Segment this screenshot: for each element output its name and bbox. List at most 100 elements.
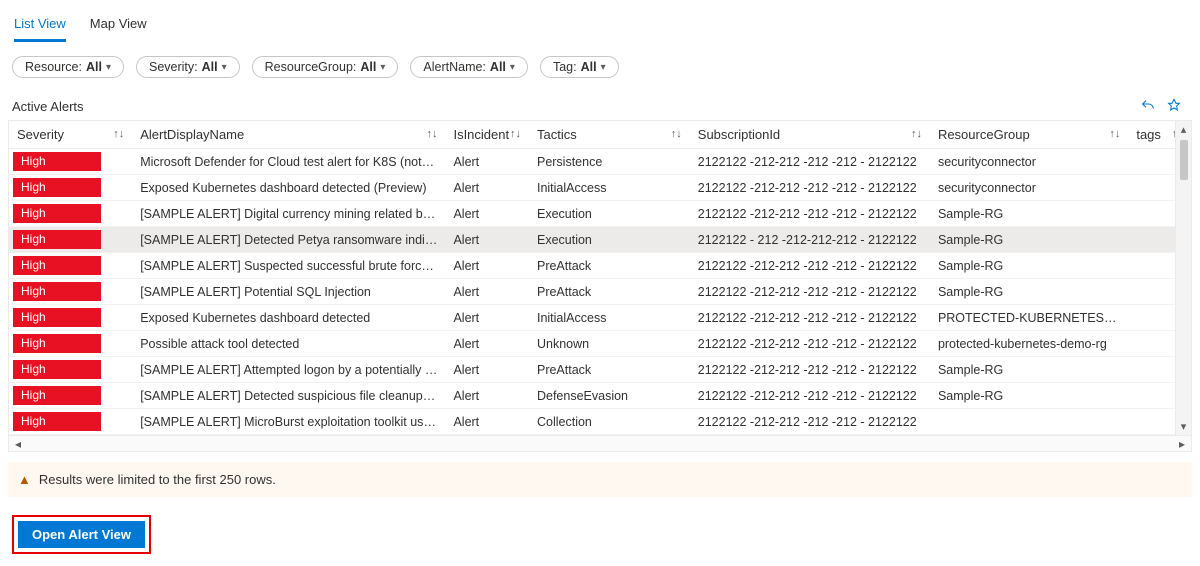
cell-tactics: DefenseEvasion xyxy=(529,383,690,409)
filter-resourcegroup[interactable]: ResourceGroup: All ▾ xyxy=(252,56,399,78)
col-subscriptionid[interactable]: SubscriptionId↑↓ xyxy=(690,121,930,149)
sort-icon: ↑↓ xyxy=(113,128,124,140)
col-severity[interactable]: Severity↑↓ xyxy=(9,121,132,149)
cell-subscriptionid: 2122122 -212-212 -212 -212 - 2122122 xyxy=(690,357,930,383)
severity-badge: High xyxy=(13,282,101,301)
col-alertdisplayname[interactable]: AlertDisplayName↑↓ xyxy=(132,121,445,149)
pin-icon[interactable] xyxy=(1166,98,1182,114)
cell-tactics: Unknown xyxy=(529,331,690,357)
cell-isincident: Alert xyxy=(445,149,529,175)
cell-alertname: Exposed Kubernetes dashboard detected xyxy=(132,305,445,331)
filter-resource-value: All xyxy=(86,60,102,74)
col-isincident[interactable]: IsIncident↑↓ xyxy=(445,121,529,149)
filter-resourcegroup-value: All xyxy=(360,60,376,74)
filter-severity[interactable]: Severity: All ▾ xyxy=(136,56,240,78)
filter-alertname-label: AlertName: xyxy=(423,60,486,74)
tab-map-view[interactable]: Map View xyxy=(90,12,147,42)
sort-icon: ↑↓ xyxy=(510,128,521,140)
filter-tag-label: Tag: xyxy=(553,60,577,74)
table-row[interactable]: High[SAMPLE ALERT] MicroBurst exploitati… xyxy=(9,409,1191,435)
cell-subscriptionid: 2122122 -212-212 -212 -212 - 2122122 xyxy=(690,279,930,305)
severity-badge: High xyxy=(13,386,101,405)
sort-icon: ↑↓ xyxy=(671,128,682,140)
tab-list-view[interactable]: List View xyxy=(14,12,66,42)
cell-resourcegroup: Sample-RG xyxy=(930,227,1128,253)
cell-tactics: InitialAccess xyxy=(529,175,690,201)
table-row[interactable]: High [SAMPLE ALERT] Detected Petya ransom… xyxy=(9,227,1191,253)
filter-tag[interactable]: Tag: All ▾ xyxy=(540,56,619,78)
cell-tactics: InitialAccess xyxy=(529,305,690,331)
filter-alertname[interactable]: AlertName: All ▾ xyxy=(410,56,528,78)
view-tabs: List View Map View xyxy=(8,8,1192,42)
cell-resourcegroup: securityconnector xyxy=(930,175,1128,201)
cell-subscriptionid: 2122122 -212-212 -212 -212 - 2122122 xyxy=(690,383,930,409)
cell-isincident: Alert xyxy=(445,175,529,201)
cell-subscriptionid: 2122122 -212-212 -212 -212 - 2122122 xyxy=(690,331,930,357)
cell-subscriptionid: 2122122 -212-212 -212 -212 - 2122122 xyxy=(690,305,930,331)
cell-isincident: Alert xyxy=(445,409,529,435)
filter-resource[interactable]: Resource: All ▾ xyxy=(12,56,124,78)
cell-subscriptionid: 2122122 - 212 -212-212-212 - 2122122 xyxy=(690,227,930,253)
filter-severity-label: Severity: xyxy=(149,60,198,74)
table-row[interactable]: High Exposed Kubernetes dashboard detecte… xyxy=(9,305,1191,331)
cell-isincident: Alert xyxy=(445,227,529,253)
scroll-thumb[interactable] xyxy=(1180,140,1188,180)
cell-subscriptionid: 2122122 -212-212 -212 -212 - 2122122 xyxy=(690,175,930,201)
cell-subscriptionid: 2122122 -212-212 -212 -212 - 2122122 xyxy=(690,149,930,175)
cell-alertname: Exposed Kubernetes dashboard detected (P… xyxy=(132,175,445,201)
severity-badge: High xyxy=(13,308,101,327)
scroll-down-icon[interactable]: ▾ xyxy=(1181,418,1187,435)
highlight-box: Open Alert View xyxy=(12,515,151,554)
severity-badge: High xyxy=(13,230,101,249)
scroll-left-icon[interactable]: ◂ xyxy=(11,437,25,451)
cell-isincident: Alert xyxy=(445,305,529,331)
cell-alertname: [SAMPLE ALERT] Digital currency mining r… xyxy=(132,201,445,227)
table-row[interactable]: High[SAMPLE ALERT] Detected suspicious f… xyxy=(9,383,1191,409)
severity-badge: High xyxy=(13,334,101,353)
cell-resourcegroup: protected-kubernetes-demo-rg xyxy=(930,331,1128,357)
scroll-up-icon[interactable]: ▴ xyxy=(1181,121,1187,138)
col-resourcegroup[interactable]: ResourceGroup↑↓ xyxy=(930,121,1128,149)
cell-isincident: Alert xyxy=(445,201,529,227)
filter-severity-value: All xyxy=(202,60,218,74)
sort-icon: ↑↓ xyxy=(911,128,922,140)
cell-isincident: Alert xyxy=(445,253,529,279)
severity-badge: High xyxy=(13,412,101,431)
header-row: Severity↑↓ AlertDisplayName↑↓ IsIncident… xyxy=(9,121,1191,149)
cell-alertname: [SAMPLE ALERT] Suspected successful brut… xyxy=(132,253,445,279)
table-row[interactable]: High [SAMPLE ALERT] Suspected successful … xyxy=(9,253,1191,279)
vertical-scrollbar[interactable]: ▴ ▾ xyxy=(1175,121,1191,435)
table-row[interactable]: HighMicrosoft Defender for Cloud test al… xyxy=(9,149,1191,175)
filter-row: Resource: All ▾ Severity: All ▾ Resource… xyxy=(8,42,1192,92)
table-row[interactable]: HighPossible attack tool detectedAlertUn… xyxy=(9,331,1191,357)
cell-tactics: Persistence xyxy=(529,149,690,175)
cell-subscriptionid: 2122122 -212-212 -212 -212 - 2122122 xyxy=(690,253,930,279)
chevron-down-icon: ▾ xyxy=(601,62,606,73)
cell-resourcegroup: Sample-RG xyxy=(930,201,1128,227)
table-row[interactable]: High[SAMPLE ALERT] Digital currency mini… xyxy=(9,201,1191,227)
chevron-down-icon: ▾ xyxy=(222,62,227,73)
horizontal-scrollbar[interactable]: ◂ ▸ xyxy=(9,435,1191,451)
table-row[interactable]: High Exposed Kubernetes dashboard detecte… xyxy=(9,175,1191,201)
table-row[interactable]: High[SAMPLE ALERT] Potential SQL Injecti… xyxy=(9,279,1191,305)
undo-icon[interactable] xyxy=(1140,98,1156,114)
severity-badge: High xyxy=(13,178,101,197)
cell-alertname: [SAMPLE ALERT] Detected Petya ransomware… xyxy=(132,227,445,253)
cell-isincident: Alert xyxy=(445,357,529,383)
section-title: Active Alerts xyxy=(12,99,84,114)
scroll-right-icon[interactable]: ▸ xyxy=(1175,437,1189,451)
cell-resourcegroup: Sample-RG xyxy=(930,253,1128,279)
chevron-down-icon: ▾ xyxy=(380,62,385,73)
cell-tactics: PreAttack xyxy=(529,279,690,305)
cell-resourcegroup: Sample-RG xyxy=(930,357,1128,383)
cell-alertname: Microsoft Defender for Cloud test alert … xyxy=(132,149,445,175)
filter-resourcegroup-label: ResourceGroup: xyxy=(265,60,357,74)
cell-resourcegroup: Sample-RG xyxy=(930,383,1128,409)
col-tactics[interactable]: Tactics↑↓ xyxy=(529,121,690,149)
cell-tactics: Execution xyxy=(529,201,690,227)
open-alert-view-button[interactable]: Open Alert View xyxy=(18,521,145,548)
warning-icon: ▲ xyxy=(18,472,31,487)
severity-badge: High xyxy=(13,256,101,275)
chevron-down-icon: ▾ xyxy=(510,62,515,73)
table-row[interactable]: High[SAMPLE ALERT] Attempted logon by a … xyxy=(9,357,1191,383)
